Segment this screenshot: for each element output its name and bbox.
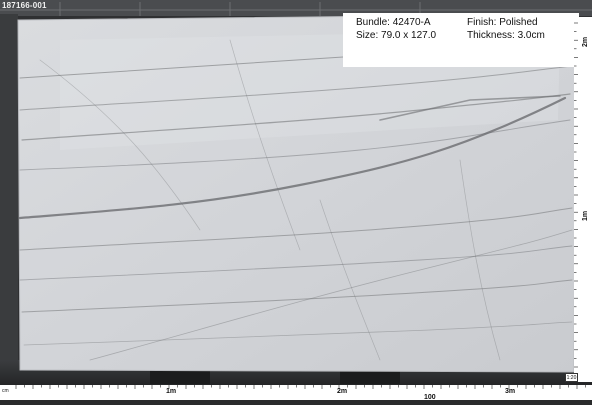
size-value: 79.0 x 127.0 [381, 30, 437, 41]
horizontal-ruler-label-3m: 3m [505, 388, 515, 395]
finish-label: Finish: [467, 17, 497, 28]
scale-badge: 1:20 [565, 373, 578, 382]
size-field: Size: 79.0 x 127.0 [356, 30, 436, 41]
horizontal-ruler-label-2m: 2m [337, 388, 347, 395]
horizontal-ruler-label-1m: 1m [166, 388, 176, 395]
horizontal-ruler-center-label: 100 [424, 394, 436, 400]
horizontal-ruler-start-label: cm [2, 388, 9, 394]
thickness-field: Thickness: 3.0cm [467, 30, 545, 41]
left-rack [0, 14, 18, 374]
horizontal-ruler: cm 1m 2m 100 3m [0, 385, 592, 401]
info-panel: Bundle: 42470-A Finish: Polished Size: 7… [343, 13, 579, 67]
bundle-value: 42470-A [392, 17, 431, 28]
vertical-ruler-label-2m: 2m [582, 37, 589, 47]
bundle-field: Bundle: 42470-A [356, 17, 431, 28]
vertical-ruler: 2m 1m [574, 17, 592, 382]
thickness-label: Thickness: [467, 30, 515, 41]
size-label: Size: [356, 30, 379, 41]
bundle-label: Bundle: [356, 17, 390, 28]
thickness-value: 3.0cm [517, 30, 545, 41]
vertical-ruler-label-1m: 1m [582, 211, 589, 221]
image-id-label: 187166-001 [2, 1, 47, 10]
finish-value: Polished [499, 17, 538, 28]
finish-field: Finish: Polished [467, 17, 538, 28]
